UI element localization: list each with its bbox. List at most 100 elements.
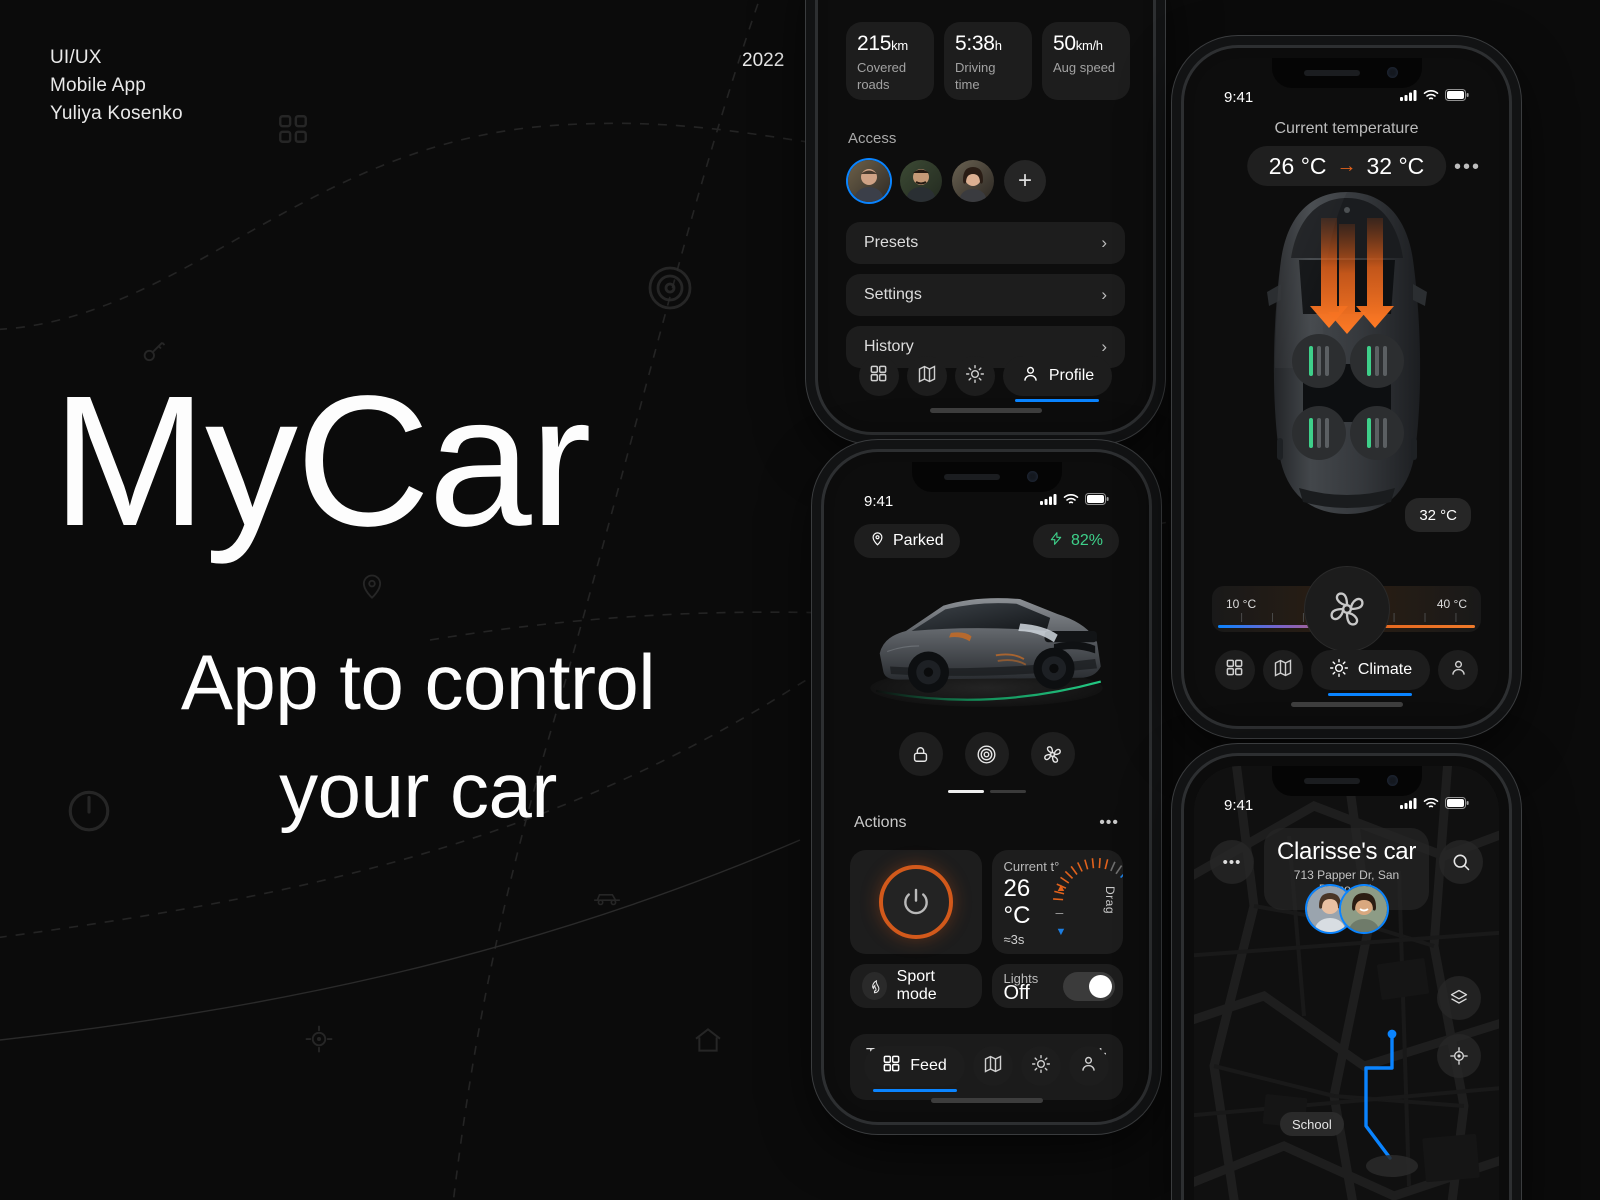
stat-card[interactable]: 50km/h Aug speed bbox=[1042, 22, 1130, 100]
lock-button[interactable] bbox=[898, 732, 943, 776]
sport-mode-card[interactable]: Sport mode bbox=[850, 964, 982, 1008]
battery-chip[interactable]: 82% bbox=[1032, 524, 1119, 558]
tab-climate[interactable]: Climate bbox=[1310, 650, 1431, 696]
home-indicator bbox=[930, 1098, 1043, 1103]
avatar[interactable] bbox=[848, 160, 890, 202]
add-user-button[interactable]: + bbox=[1004, 160, 1046, 202]
car-name: Clarisse's car bbox=[1276, 838, 1417, 865]
hero-subtitle: App to control your car bbox=[88, 628, 748, 844]
map-icon bbox=[1273, 658, 1293, 683]
menu-item-settings[interactable]: Settings › bbox=[846, 274, 1125, 316]
status-time: 9:41 bbox=[1224, 88, 1254, 106]
quick-actions bbox=[834, 732, 1139, 776]
temperature-card[interactable]: Current t° 26 °C ≈3s ▲ – ▼ Drag bbox=[991, 850, 1123, 954]
flame-icon bbox=[862, 972, 887, 1000]
target-icon bbox=[646, 264, 694, 317]
statusbar: 9:41 bbox=[834, 490, 1139, 512]
temp-to: 32 °C bbox=[1366, 152, 1425, 179]
menu-item-presets[interactable]: Presets › bbox=[846, 222, 1125, 264]
avatar[interactable] bbox=[952, 160, 994, 202]
phone-feed: 9:41 Parked 82% Actions ••• Current t° 2… bbox=[824, 452, 1149, 1122]
car-temp-badge: 32 °C bbox=[1405, 498, 1471, 532]
parked-chip[interactable]: Parked bbox=[854, 524, 960, 558]
stat-card[interactable]: 215km Covered roads bbox=[846, 22, 934, 100]
wifi-icon bbox=[1063, 492, 1079, 510]
tab-map[interactable] bbox=[906, 356, 947, 396]
pin-icon bbox=[870, 530, 885, 552]
lights-state: Off bbox=[1003, 981, 1030, 1004]
map-search-button[interactable] bbox=[1439, 840, 1483, 884]
home-indicator bbox=[929, 408, 1042, 413]
stat-value: 5:38h bbox=[955, 32, 1002, 55]
lights-toggle[interactable] bbox=[1063, 971, 1115, 1001]
cellular-icon bbox=[1400, 88, 1417, 106]
tab-feed[interactable] bbox=[1214, 650, 1255, 690]
wifi-icon bbox=[1423, 88, 1439, 106]
hero-author: Yuliya Kosenko bbox=[50, 103, 183, 124]
climate-more-button[interactable]: ••• bbox=[1454, 156, 1481, 179]
profile-icon bbox=[1021, 364, 1040, 388]
stat-label: Driving time bbox=[955, 60, 996, 92]
temperature-range-chip[interactable]: 26 °C → 32 °C bbox=[1246, 146, 1447, 186]
hero-meta: UI/UX Mobile App Yuliya Kosenko bbox=[50, 44, 183, 128]
grid-icon bbox=[869, 364, 888, 388]
drag-label: Drag bbox=[1103, 886, 1117, 915]
status-time: 9:41 bbox=[1224, 796, 1254, 814]
car-topview bbox=[1237, 188, 1457, 518]
airflow-arrows bbox=[1309, 218, 1394, 334]
tab-profile[interactable]: Profile bbox=[1002, 356, 1113, 402]
access-avatars: + bbox=[848, 160, 1046, 202]
phone-map: 9:41 ••• Clarisse's car 713 Papper Dr, S… bbox=[1184, 756, 1509, 1200]
map-locate-button[interactable] bbox=[1437, 1034, 1481, 1078]
actions-grid: Current t° 26 °C ≈3s ▲ – ▼ Drag Sport mo… bbox=[850, 850, 1123, 1008]
climate-icon bbox=[1031, 1054, 1051, 1079]
tabbar: Profile bbox=[828, 356, 1143, 402]
status-chips: Parked 82% bbox=[854, 524, 1119, 558]
map-label-school[interactable]: School bbox=[1280, 1112, 1344, 1136]
fan-button[interactable] bbox=[1030, 732, 1075, 776]
fan-knob-button[interactable] bbox=[1303, 566, 1390, 652]
lights-card[interactable]: Lights Off bbox=[991, 964, 1123, 1008]
tab-active-indicator bbox=[872, 1089, 957, 1092]
car-icon bbox=[592, 886, 622, 913]
tab-profile[interactable] bbox=[1438, 650, 1479, 690]
front-camera bbox=[1026, 471, 1038, 482]
phone-map-screen: 9:41 ••• Clarisse's car 713 Papper Dr, S… bbox=[1194, 766, 1499, 1200]
tab-active-indicator bbox=[1328, 693, 1413, 696]
actions-more-button[interactable]: ••• bbox=[1099, 814, 1119, 832]
phone-feed-screen: 9:41 Parked 82% Actions ••• Current t° 2… bbox=[834, 462, 1139, 1112]
tab-map[interactable] bbox=[1262, 650, 1303, 690]
power-card[interactable] bbox=[850, 850, 982, 954]
tab-map[interactable] bbox=[972, 1046, 1013, 1086]
stat-card[interactable]: 5:38h Driving time bbox=[944, 22, 1032, 100]
dot bbox=[989, 790, 1026, 793]
tab-climate[interactable] bbox=[1020, 1046, 1061, 1086]
tab-climate-label: Climate bbox=[1357, 661, 1413, 678]
battery-icon bbox=[1085, 492, 1109, 510]
map-more-button[interactable]: ••• bbox=[1210, 840, 1254, 884]
target-button[interactable] bbox=[964, 732, 1009, 776]
actions-header: Actions ••• bbox=[854, 814, 1119, 832]
pin-icon bbox=[358, 570, 386, 607]
stat-label: Covered roads bbox=[857, 60, 907, 92]
carousel-dots[interactable] bbox=[947, 790, 1026, 793]
climate-icon bbox=[1329, 658, 1349, 683]
phone-profile: 215km Covered roads 5:38h Driving time 5… bbox=[818, 0, 1153, 432]
car-info-card[interactable]: Clarisse's car 713 Papper Dr, San Bruno,… bbox=[1264, 828, 1429, 932]
map-layers-button[interactable] bbox=[1437, 976, 1481, 1020]
avatar[interactable] bbox=[900, 160, 942, 202]
avatar[interactable] bbox=[1340, 886, 1387, 932]
hero-year: 2022 bbox=[742, 50, 785, 71]
tab-feed[interactable] bbox=[858, 356, 899, 396]
tab-feed[interactable]: Feed bbox=[864, 1046, 965, 1092]
tab-climate[interactable] bbox=[954, 356, 995, 396]
page-title: MyCar bbox=[52, 358, 592, 565]
wifi-icon bbox=[1423, 796, 1439, 814]
power-button[interactable] bbox=[878, 865, 953, 939]
status-icons bbox=[1040, 492, 1109, 510]
home-indicator bbox=[1290, 702, 1403, 707]
sport-mode-label: Sport mode bbox=[896, 968, 937, 1003]
tab-profile[interactable] bbox=[1068, 1046, 1109, 1086]
stat-label: Aug speed bbox=[1053, 60, 1116, 75]
status-time: 9:41 bbox=[864, 492, 894, 510]
